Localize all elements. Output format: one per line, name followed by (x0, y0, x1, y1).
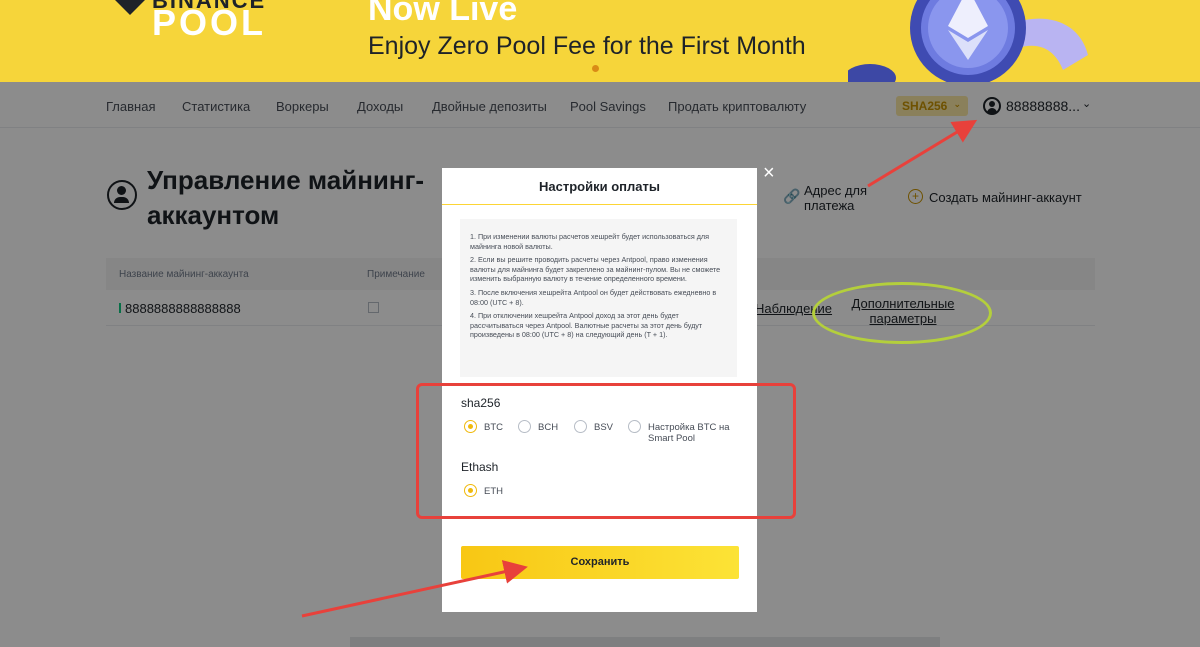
annotation-arrows (301, 119, 978, 618)
